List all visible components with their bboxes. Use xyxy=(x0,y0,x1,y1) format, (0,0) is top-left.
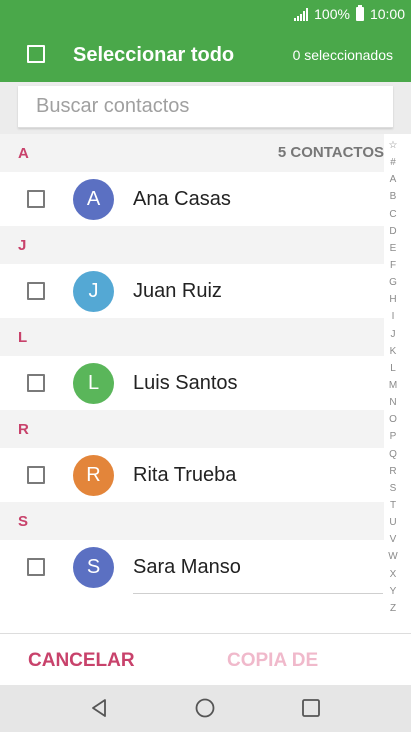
section-letter: R xyxy=(18,421,29,438)
index-letter[interactable]: F xyxy=(384,257,402,274)
battery-percent: 100% xyxy=(314,6,350,22)
back-icon[interactable] xyxy=(88,697,110,719)
cancel-button[interactable]: CANCELAR xyxy=(28,650,135,672)
index-letter[interactable]: # xyxy=(384,154,402,171)
search-bar xyxy=(0,82,411,134)
copy-button[interactable]: COPIA DE xyxy=(227,650,318,672)
index-letter[interactable]: D xyxy=(384,223,402,240)
index-letter[interactable]: W xyxy=(384,548,402,565)
index-letter[interactable]: G xyxy=(384,274,402,291)
index-letter[interactable]: L xyxy=(384,360,402,377)
index-letter[interactable]: N xyxy=(384,394,402,411)
avatar: J xyxy=(73,271,114,312)
header: 100% 10:00 Seleccionar todo 0 selecciona… xyxy=(0,0,411,82)
index-letter[interactable]: S xyxy=(384,480,402,497)
section-header-r: R xyxy=(0,410,384,448)
row-checkbox[interactable] xyxy=(27,282,45,300)
index-letter[interactable]: P xyxy=(384,428,402,445)
alphabet-index[interactable]: ☆ # A B C D E F G H I J K L M N O P Q R S T U V W X Y Z xyxy=(384,137,402,617)
contact-row-luis-santos[interactable]: L Luis Santos xyxy=(0,356,384,411)
index-letter[interactable]: C xyxy=(384,206,402,223)
recents-icon[interactable] xyxy=(300,697,322,719)
index-letter[interactable]: O xyxy=(384,411,402,428)
contact-row-juan-ruiz[interactable]: J Juan Ruiz xyxy=(0,264,384,319)
battery-icon xyxy=(355,5,364,21)
row-checkbox[interactable] xyxy=(27,558,45,576)
index-letter[interactable]: V xyxy=(384,531,402,548)
contact-name: Luis Santos xyxy=(133,372,238,394)
section-header-s: S xyxy=(0,502,384,540)
signal-icon xyxy=(294,7,309,21)
avatar: A xyxy=(73,179,114,220)
section-header-l: L xyxy=(0,318,384,356)
section-letter: L xyxy=(18,329,28,346)
contact-name: Rita Trueba xyxy=(133,464,237,486)
contact-name: Juan Ruiz xyxy=(133,280,222,302)
index-letter[interactable]: A xyxy=(384,171,402,188)
avatar: S xyxy=(73,547,114,588)
avatar: R xyxy=(73,455,114,496)
row-checkbox[interactable] xyxy=(27,190,45,208)
section-header-a: A 5 CONTACTOS xyxy=(0,134,384,172)
row-checkbox[interactable] xyxy=(27,466,45,484)
index-letter[interactable]: I xyxy=(384,308,402,325)
index-letter[interactable]: E xyxy=(384,240,402,257)
home-icon[interactable] xyxy=(194,697,216,719)
section-header-j: J xyxy=(0,226,384,264)
search-input[interactable] xyxy=(18,86,393,128)
index-letter[interactable]: T xyxy=(384,497,402,514)
section-letter: A xyxy=(18,145,29,162)
index-letter[interactable]: ☆ xyxy=(384,137,402,154)
index-letter[interactable]: J xyxy=(384,326,402,343)
status-bar: 100% 10:00 xyxy=(294,0,411,28)
section-letter: S xyxy=(18,513,29,530)
index-letter[interactable]: U xyxy=(384,514,402,531)
index-letter[interactable]: K xyxy=(384,343,402,360)
row-checkbox[interactable] xyxy=(27,374,45,392)
select-all-checkbox[interactable] xyxy=(27,45,45,63)
row-divider xyxy=(133,593,383,594)
index-letter[interactable]: R xyxy=(384,463,402,480)
select-all-label[interactable]: Seleccionar todo xyxy=(73,44,234,67)
index-letter[interactable]: X xyxy=(384,566,402,583)
selected-count: 0 seleccionados xyxy=(292,47,393,63)
action-bar: CANCELAR COPIA DE xyxy=(0,633,411,685)
index-letter[interactable]: H xyxy=(384,291,402,308)
index-letter[interactable]: M xyxy=(384,377,402,394)
index-letter[interactable]: B xyxy=(384,188,402,205)
contact-row-rita-trueba[interactable]: R Rita Trueba xyxy=(0,448,384,503)
avatar: L xyxy=(73,363,114,404)
contact-row-ana-casas[interactable]: A Ana Casas xyxy=(0,172,384,227)
section-letter: J xyxy=(18,237,27,254)
index-letter[interactable]: Y xyxy=(384,583,402,600)
index-letter[interactable]: Q xyxy=(384,446,402,463)
index-letter[interactable]: Z xyxy=(384,600,402,617)
clock: 10:00 xyxy=(369,6,405,22)
contact-name: Sara Manso xyxy=(133,556,241,578)
contact-name: Ana Casas xyxy=(133,188,231,210)
contact-row-sara-manso[interactable]: S Sara Manso xyxy=(0,540,384,595)
contact-count: 5 CONTACTOS xyxy=(277,144,384,161)
navigation-bar xyxy=(0,685,411,732)
